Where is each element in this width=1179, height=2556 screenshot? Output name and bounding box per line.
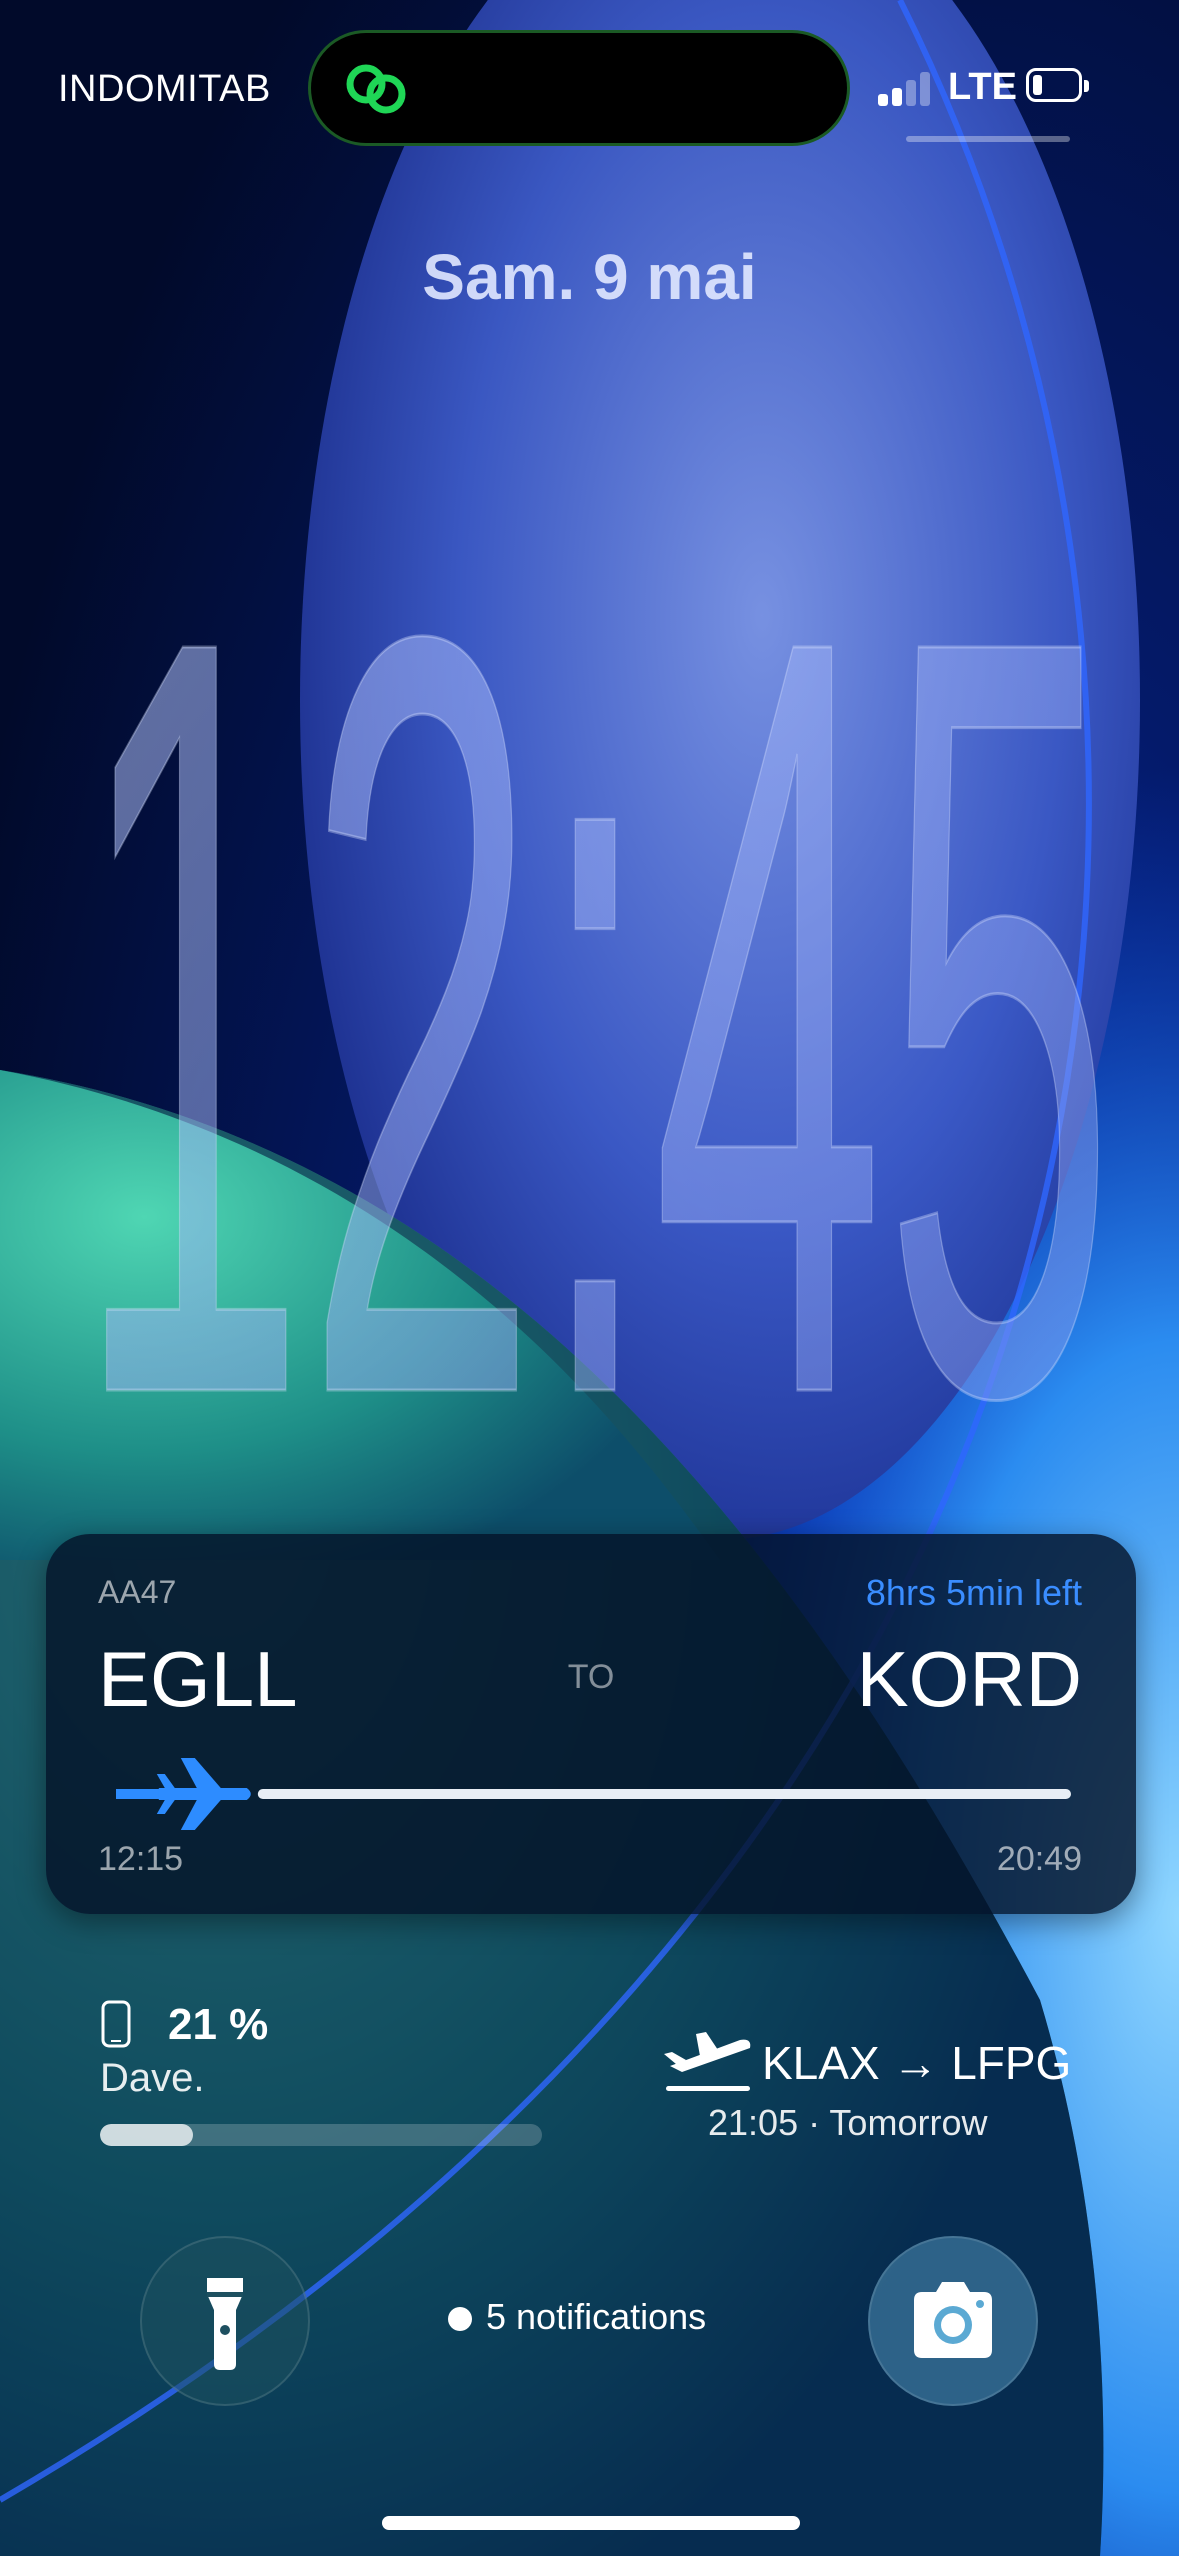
- airplane-icon: [156, 1758, 251, 1830]
- phone-icon: [101, 2000, 131, 2048]
- battery-icon: [1026, 68, 1089, 102]
- arrival-time: 20:49: [996, 1840, 1082, 1878]
- control-center-indicator[interactable]: [906, 136, 1070, 142]
- next-flight-route: KLAX → LFPG: [762, 2037, 1072, 2089]
- battery-percent: 21 %: [168, 2000, 269, 2049]
- airplane-takeoff-icon: [664, 2032, 751, 2091]
- flight-widget[interactable]: AA47 8hrs 5min left EGLL TO KORD 12:15 2…: [46, 1534, 1136, 1914]
- flashlight-icon: [207, 2278, 243, 2370]
- dynamic-island[interactable]: [308, 30, 850, 146]
- notifications-summary[interactable]: 5 notifications: [448, 2296, 706, 2338]
- lock-clock: 12:45: [74, 411, 1117, 1421]
- flight-time-left: 8hrs 5min left: [865, 1572, 1082, 1613]
- clock-time: 12:45: [75, 412, 1115, 1420]
- flashlight-button[interactable]: [140, 2236, 310, 2406]
- signal-strength-icon: [878, 70, 936, 106]
- camera-icon: [914, 2282, 992, 2358]
- flight-destination: KORD: [856, 1635, 1082, 1723]
- link-rings-icon: [346, 64, 406, 114]
- next-flight-time: 21:05 · Tomorrow: [708, 2102, 988, 2143]
- camera-button[interactable]: [868, 2236, 1038, 2406]
- flight-code: AA47: [98, 1574, 177, 1610]
- home-indicator[interactable]: [382, 2516, 800, 2530]
- departure-time: 12:15: [98, 1840, 184, 1878]
- carrier-name: INDOMITAB: [58, 68, 271, 110]
- battery-device-name: Dave.: [100, 2056, 205, 2100]
- flight-progress-bar: [116, 1758, 1071, 1830]
- network-type: LTE: [948, 66, 1017, 108]
- notifications-count: 5 notifications: [486, 2296, 707, 2337]
- battery-level-bar: [100, 2124, 542, 2146]
- notification-dot: [448, 2307, 472, 2332]
- battery-level-fill: [100, 2124, 193, 2146]
